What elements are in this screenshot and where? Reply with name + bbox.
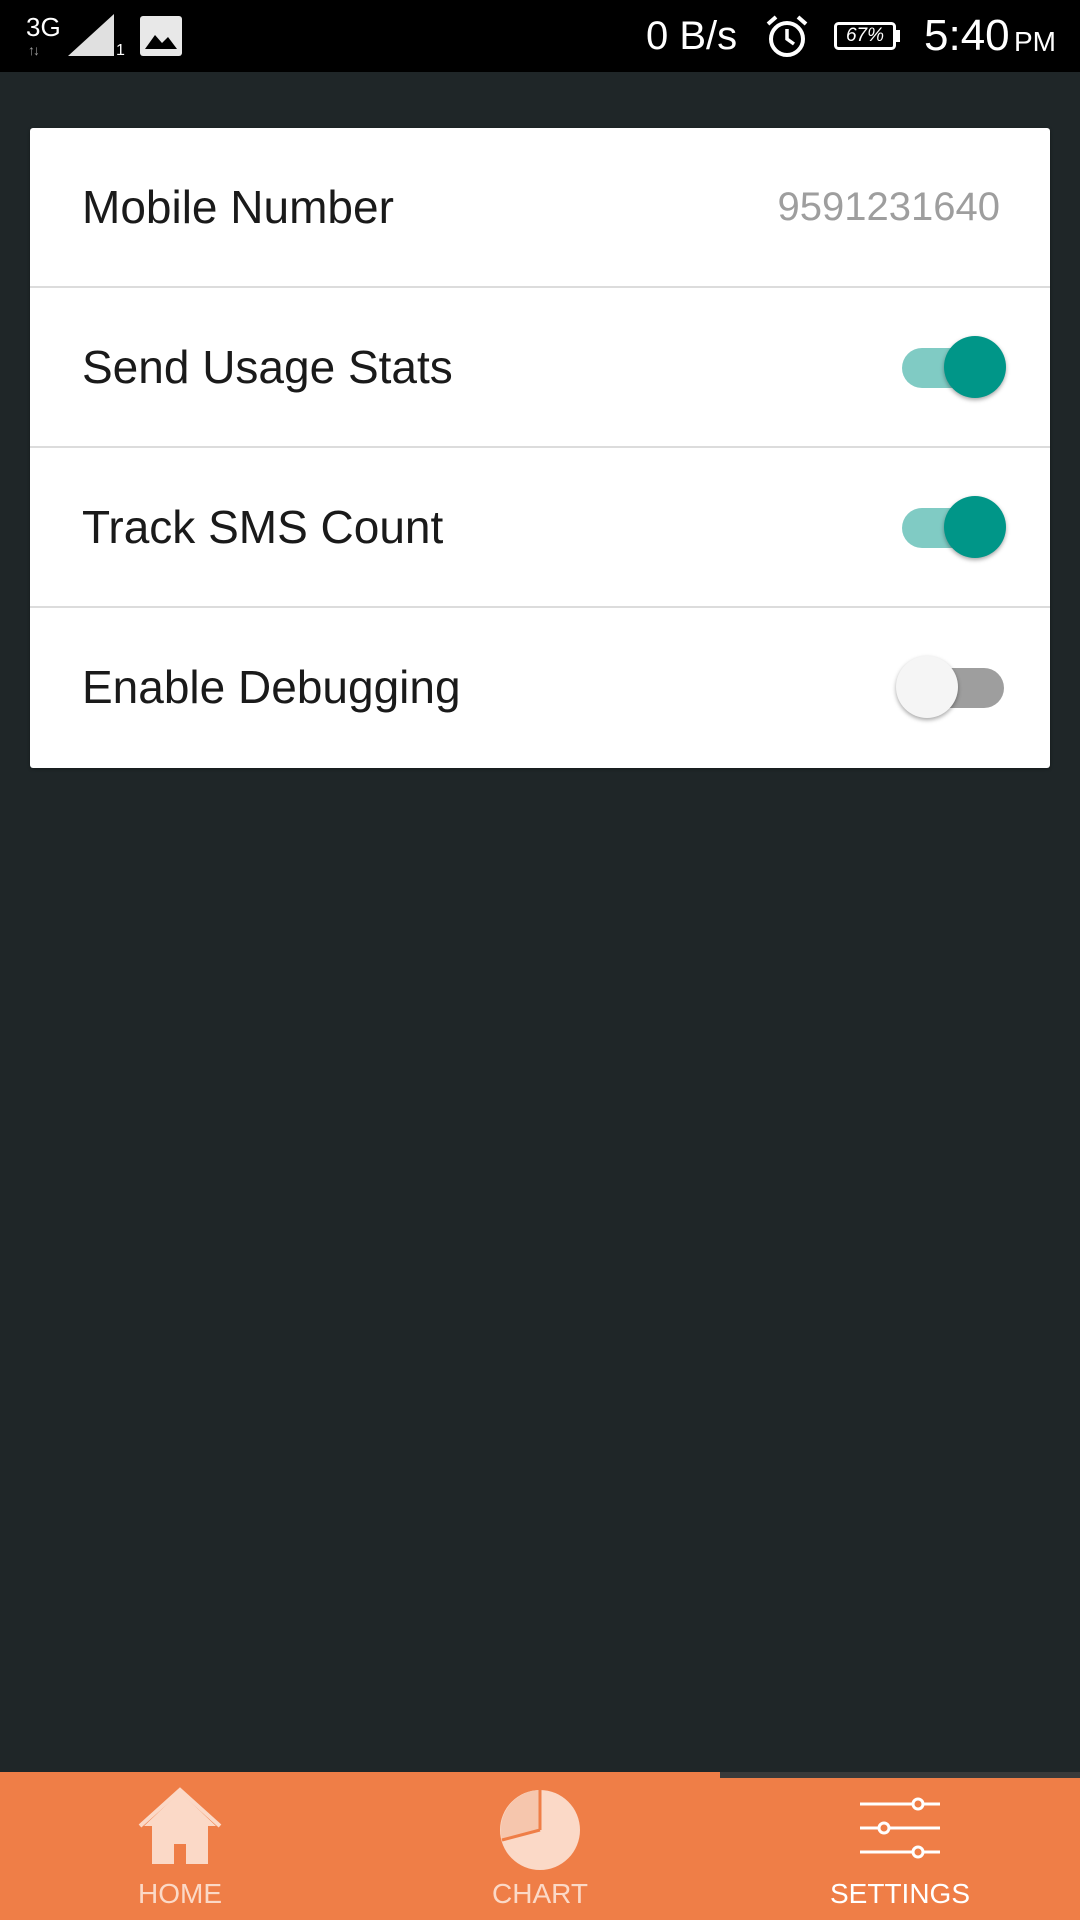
clock-time: 5:40 bbox=[924, 11, 1010, 60]
sim-slot-label: 1 bbox=[116, 42, 125, 59]
nav-label-settings: SETTINGS bbox=[829, 1878, 970, 1909]
setting-row-mobile-number[interactable]: Mobile Number 9591231640 bbox=[30, 128, 1050, 288]
settings-screen: 3G ↑↓ 1 0 B/s 67% 5:40 PM Mobile Number … bbox=[0, 0, 1080, 1920]
setting-row-enable-debugging[interactable]: Enable Debugging bbox=[30, 608, 1050, 766]
alarm-icon bbox=[764, 14, 810, 65]
toggle-thumb bbox=[896, 656, 958, 718]
image-notification-icon bbox=[140, 16, 182, 61]
send-usage-stats-toggle[interactable] bbox=[894, 336, 1006, 398]
enable-debugging-label: Enable Debugging bbox=[82, 661, 461, 713]
settings-card: Mobile Number 9591231640 Send Usage Stat… bbox=[30, 128, 1050, 768]
home-icon bbox=[138, 1786, 222, 1870]
nav-item-settings[interactable]: SETTINGS bbox=[720, 1772, 1080, 1920]
track-sms-count-label: Track SMS Count bbox=[82, 501, 444, 553]
mobile-number-value[interactable]: 9591231640 bbox=[778, 128, 1000, 286]
mobile-number-label: Mobile Number bbox=[82, 181, 394, 233]
setting-row-track-sms-count[interactable]: Track SMS Count bbox=[30, 448, 1050, 608]
nav-item-home[interactable]: HOME bbox=[0, 1772, 360, 1920]
data-speed-label: 0 B/s bbox=[646, 14, 738, 58]
bottom-navigation: HOME CHART SETTINGS bbox=[0, 1772, 1080, 1920]
signal-icon bbox=[68, 14, 116, 63]
setting-row-send-usage-stats[interactable]: Send Usage Stats bbox=[30, 288, 1050, 448]
battery-percent-label: 67% bbox=[845, 25, 885, 46]
nav-item-chart[interactable]: CHART bbox=[360, 1772, 720, 1920]
network-type-label: 3G bbox=[26, 12, 61, 42]
clock-ampm: PM bbox=[1014, 26, 1056, 57]
network-activity-arrows: ↑↓ bbox=[28, 42, 40, 58]
sliders-icon bbox=[858, 1786, 942, 1870]
enable-debugging-toggle[interactable] bbox=[894, 656, 1006, 718]
pie-chart-icon bbox=[498, 1786, 582, 1870]
nav-label-chart: CHART bbox=[492, 1878, 588, 1909]
nav-label-home: HOME bbox=[138, 1878, 222, 1909]
track-sms-count-toggle[interactable] bbox=[894, 496, 1006, 558]
toggle-thumb bbox=[944, 496, 1006, 558]
status-bar: 3G ↑↓ 1 0 B/s 67% 5:40 PM bbox=[0, 0, 1080, 72]
toggle-thumb bbox=[944, 336, 1006, 398]
send-usage-stats-label: Send Usage Stats bbox=[82, 341, 453, 393]
